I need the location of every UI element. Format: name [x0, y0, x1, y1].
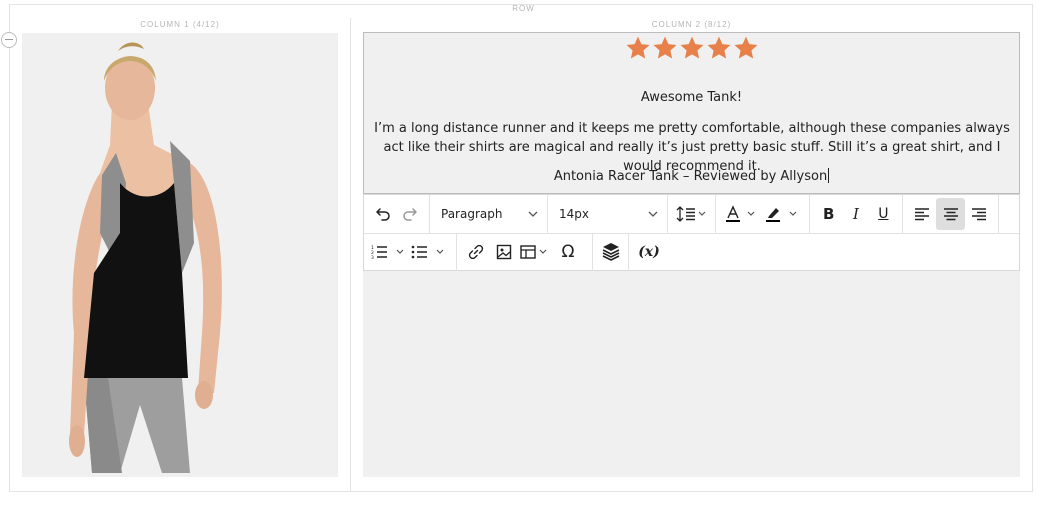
- align-center-icon: [943, 208, 958, 221]
- variable-group: (x): [629, 233, 669, 271]
- column-2-label: COLUMN 2 (8/12): [651, 20, 732, 29]
- bullet-list-icon: [411, 245, 444, 259]
- review-title: Awesome Tank!: [640, 90, 743, 105]
- review-attribution-text: Antonia Racer Tank – Reviewed by Allyson: [553, 169, 828, 184]
- align-center-button[interactable]: [935, 198, 966, 230]
- variable-button[interactable]: (x): [634, 236, 664, 268]
- italic-icon: I: [853, 205, 859, 223]
- svg-text:3: 3: [371, 255, 374, 260]
- link-icon: [468, 244, 484, 260]
- star-icon: [653, 36, 676, 59]
- bold-icon: B: [822, 205, 835, 223]
- table-button[interactable]: [518, 236, 554, 268]
- text-color-button[interactable]: [721, 198, 761, 230]
- redo-icon: [403, 208, 417, 221]
- toolbar-row-2: 1 2 3 Ω (x): [364, 233, 669, 271]
- block-format-value: Paragraph: [441, 207, 503, 221]
- bullet-list-button[interactable]: [409, 236, 449, 268]
- editor-toolbar: Paragraph 14px B I U 1 2 3 Ω (x): [363, 194, 1020, 271]
- align-left-button[interactable]: [908, 198, 936, 230]
- underline-icon: U: [878, 206, 889, 222]
- collapse-handle-icon[interactable]: [1, 32, 17, 48]
- font-size-group: 14px: [548, 195, 668, 233]
- line-height-group: [668, 195, 716, 233]
- text-style-group: B I U: [810, 195, 903, 233]
- insert-group: Ω: [457, 233, 593, 271]
- star-rating: [364, 35, 1019, 61]
- highlight-color-button[interactable]: [761, 198, 804, 230]
- link-button[interactable]: [462, 236, 490, 268]
- star-icon: [707, 36, 730, 59]
- column-divider: [350, 18, 351, 492]
- widget-group: [593, 233, 629, 271]
- text-color-icon: [725, 205, 755, 222]
- widget-icon: [602, 243, 619, 261]
- text-cursor: [828, 168, 830, 183]
- special-character-icon: Ω: [561, 242, 575, 262]
- line-height-button[interactable]: [673, 198, 710, 230]
- widget-button[interactable]: [598, 236, 623, 268]
- table-icon: [520, 245, 547, 259]
- column-1-label: COLUMN 1 (4/12): [140, 20, 220, 29]
- redo-button[interactable]: [397, 198, 425, 230]
- image-icon: [496, 244, 512, 260]
- row-label: ROW: [512, 4, 535, 13]
- numbered-list-button[interactable]: 1 2 3: [369, 236, 409, 268]
- alignment-group: [903, 195, 999, 233]
- highlight-color-icon: [766, 208, 797, 222]
- review-editor-content[interactable]: Awesome Tank! I’m a long distance runner…: [363, 32, 1020, 194]
- chevron-down-icon: [528, 211, 538, 217]
- font-size-value: 14px: [559, 207, 589, 221]
- chevron-down-icon: [648, 211, 658, 217]
- line-height-icon: [676, 206, 705, 222]
- block-format-group: Paragraph: [430, 195, 548, 233]
- toolbar-row-1: Paragraph 14px B I U: [364, 195, 1019, 234]
- star-icon: [626, 36, 649, 59]
- variable-icon: (x): [638, 244, 660, 260]
- font-size-select[interactable]: 14px: [548, 198, 667, 230]
- align-right-button[interactable]: [965, 198, 993, 230]
- undo-icon: [376, 208, 390, 221]
- list-group: 1 2 3: [364, 233, 457, 271]
- history-group: [364, 195, 430, 233]
- numbered-list-icon: 1 2 3: [371, 245, 404, 260]
- product-image[interactable]: [22, 33, 338, 477]
- star-icon: [734, 36, 757, 59]
- block-format-select[interactable]: Paragraph: [430, 198, 547, 230]
- italic-button[interactable]: I: [842, 198, 869, 230]
- undo-button[interactable]: [369, 198, 397, 230]
- underline-button[interactable]: U: [870, 198, 897, 230]
- bold-button[interactable]: B: [815, 198, 842, 230]
- color-group: [716, 195, 810, 233]
- special-character-button[interactable]: Ω: [554, 236, 582, 268]
- review-attribution: Antonia Racer Tank – Reviewed by Allyson: [364, 168, 1019, 184]
- align-left-icon: [914, 208, 929, 221]
- star-icon: [680, 36, 703, 59]
- model-photo: [69, 42, 222, 473]
- align-right-icon: [972, 208, 987, 221]
- image-button[interactable]: [490, 236, 518, 268]
